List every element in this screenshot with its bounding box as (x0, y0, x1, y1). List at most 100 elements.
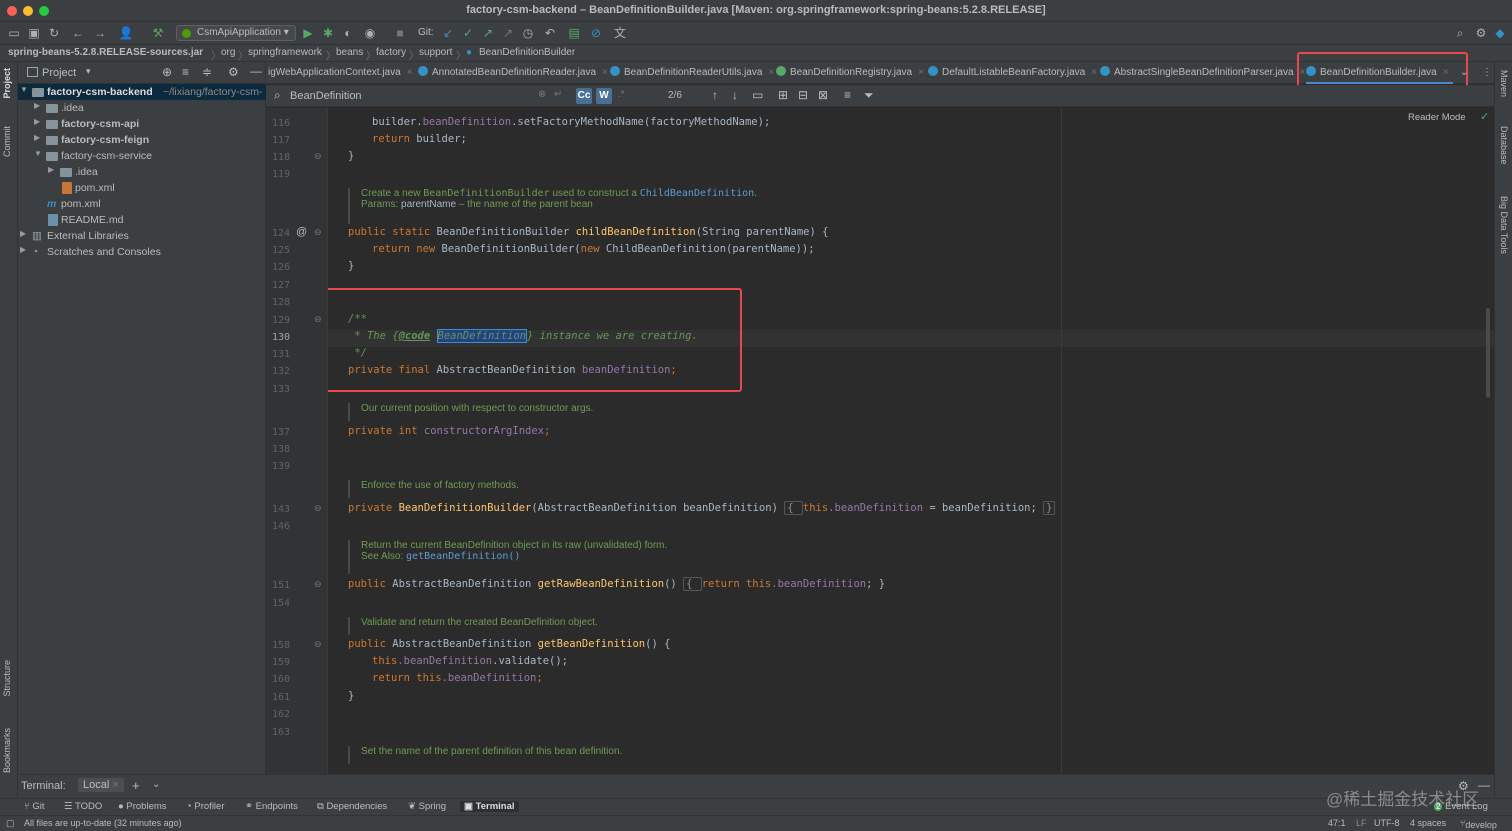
breadcrumb-item-class[interactable]: BeanDefinitionBuilder (479, 47, 575, 58)
code-editor[interactable]: Reader Mode ✓ builder.beanDefinition.set… (328, 108, 1494, 774)
implemented-at-icon[interactable]: @ (296, 226, 307, 238)
close-icon[interactable]: × (918, 67, 924, 78)
caret-position[interactable]: 47:1 (1328, 818, 1346, 828)
terminal-icon[interactable]: ▤ (566, 25, 582, 41)
breadcrumb-item-support[interactable]: support (419, 47, 452, 58)
breadcrumb-item-factory[interactable]: factory (376, 47, 406, 58)
tab-registry[interactable]: BeanDefinitionRegistry.java × (776, 62, 924, 84)
whole-words-toggle[interactable]: W (596, 88, 612, 104)
javadoc-link[interactable]: getBeanDefinition() (406, 551, 520, 562)
rollback-icon[interactable]: ↶ (542, 25, 558, 41)
close-icon[interactable]: × (407, 67, 413, 78)
hide-panel-icon[interactable]: — (250, 64, 262, 78)
breadcrumb-item-org[interactable]: org (221, 47, 235, 58)
tab-web-app-context[interactable]: igWebApplicationContext.java × (268, 62, 413, 84)
close-icon[interactable]: × (602, 67, 608, 78)
line-separator[interactable]: LF (1356, 818, 1367, 828)
fold-icon[interactable]: ⊖ (314, 503, 322, 514)
tree-item-service[interactable]: ▼ factory-csm-service (18, 148, 266, 164)
coverage-icon[interactable]: ◐ (340, 25, 356, 41)
user-icon[interactable]: 👤 (118, 25, 134, 41)
tool-window-terminal[interactable]: ▣ Terminal (460, 801, 519, 812)
tree-item-service-idea[interactable]: ▶ .idea (18, 164, 266, 180)
select-all-icon[interactable]: ⊠ (818, 88, 828, 102)
search-everywhere-icon[interactable]: ⌕ (1452, 25, 1468, 41)
tab-reader-utils[interactable]: BeanDefinitionReaderUtils.java × (610, 62, 774, 84)
bookmarks-tool-button[interactable]: Bookmarks (2, 728, 12, 773)
settings-gear-icon[interactable]: ⚙ (1473, 25, 1489, 41)
close-icon[interactable]: × (1091, 67, 1097, 78)
save-icon[interactable]: ▣ (26, 25, 42, 41)
expand-all-icon[interactable]: ≡ (182, 65, 189, 79)
back-icon[interactable]: ← (70, 25, 86, 41)
no-entry-icon[interactable]: ⊘ (588, 25, 604, 41)
close-icon[interactable]: × (768, 67, 774, 78)
tab-default-factory[interactable]: DefaultListableBeanFactory.java × (928, 62, 1097, 84)
git-push-icon[interactable]: ↗ (480, 25, 496, 41)
javadoc-link[interactable]: ChildBeanDefinition (640, 188, 754, 199)
reader-mode-button[interactable]: Reader Mode (1408, 112, 1466, 123)
maven-tool-button[interactable]: Maven (1499, 70, 1509, 97)
git-commit-icon[interactable]: ✓ (460, 25, 476, 41)
tree-item-readme[interactable]: README.md (18, 212, 266, 228)
open-folder-icon[interactable]: ▭ (6, 25, 22, 41)
clear-icon[interactable]: ⊗ (538, 89, 546, 100)
tree-item-root[interactable]: ▼ factory-csm-backend ~/lixiang/factory-… (18, 84, 266, 100)
tab-single-parser[interactable]: AbstractSingleBeanDefinitionParser.java × (1100, 62, 1305, 84)
commit-tool-button[interactable]: Commit (2, 126, 12, 157)
tree-item-service-pom[interactable]: pom.xml (18, 180, 266, 196)
fold-icon[interactable]: ⊖ (314, 639, 322, 650)
tool-window-git[interactable]: ⑂ Git (24, 801, 44, 812)
previous-match-icon[interactable]: ↑ (712, 88, 718, 102)
terminal-tab-local[interactable]: Local × (78, 778, 124, 792)
filter-icon[interactable]: ⏷ (864, 88, 874, 103)
editor-scrollbar[interactable] (1486, 308, 1490, 398)
history-icon[interactable]: ◷ (520, 25, 536, 41)
breadcrumb-item-springframework[interactable]: springframework (248, 47, 322, 58)
chevron-down-icon[interactable]: ⌄ (152, 779, 160, 790)
tree-item-idea[interactable]: ▶ .idea (18, 100, 266, 116)
fold-icon[interactable]: ⊖ (314, 227, 322, 238)
breadcrumb-item-beans[interactable]: beans (336, 47, 363, 58)
remove-selection-icon[interactable]: ⊟ (798, 88, 808, 102)
git-branch[interactable]: ⑂ develop (1460, 818, 1497, 830)
gear-icon[interactable]: ⚙ (228, 65, 239, 79)
next-match-icon[interactable]: ↓ (732, 88, 738, 102)
collapse-all-icon[interactable]: ≑ (202, 65, 212, 79)
tree-item-pom[interactable]: m pom.xml (18, 196, 266, 212)
regex-icon[interactable]: .* (618, 89, 625, 100)
translate-icon[interactable]: 文 (612, 25, 628, 41)
tool-window-spring[interactable]: ❦ Spring (408, 801, 446, 812)
hide-panel-icon[interactable]: — (1478, 778, 1490, 792)
fold-icon[interactable]: ⊖ (314, 579, 322, 590)
debug-icon[interactable]: ✱ (320, 25, 336, 41)
match-case-toggle[interactable]: Cc (576, 88, 592, 104)
indent-setting[interactable]: 4 spaces (1410, 818, 1446, 828)
locate-icon[interactable]: ⊕ (162, 65, 172, 79)
run-configuration-select[interactable]: CsmApiApplication ▾ (176, 25, 296, 41)
structure-tool-button[interactable]: Structure (2, 660, 12, 697)
options-icon[interactable]: ≡ (844, 88, 851, 102)
more-icon[interactable]: ⋮ (1482, 62, 1492, 84)
tool-window-profiler[interactable]: ◔ Profiler (186, 801, 224, 812)
fold-icon[interactable]: ⊖ (314, 151, 322, 162)
stop-icon[interactable]: ■ (392, 25, 408, 41)
tree-item-feign[interactable]: ▶ factory-csm-feign (18, 132, 266, 148)
chevron-down-icon[interactable]: ▾ (86, 66, 91, 77)
tool-window-todo[interactable]: ☰ TODO (64, 801, 102, 812)
tree-item-scratches[interactable]: ▶ ◔ Scratches and Consoles (18, 244, 266, 260)
file-encoding[interactable]: UTF-8 (1374, 818, 1400, 828)
git-update-icon[interactable]: ↙ (440, 25, 456, 41)
find-in-window-icon[interactable]: ▭ (752, 88, 763, 102)
new-line-icon[interactable]: ↵ (554, 89, 562, 100)
database-tool-button[interactable]: Database (1499, 126, 1509, 165)
add-selection-icon[interactable]: ⊞ (778, 88, 788, 102)
tree-item-api[interactable]: ▶ factory-csm-api (18, 116, 266, 132)
sync-icon[interactable]: ↻ (46, 25, 62, 41)
project-tool-button[interactable]: Project (2, 68, 12, 99)
project-view-select[interactable]: Project (42, 67, 76, 79)
git-pull-icon[interactable]: ↗ (500, 25, 516, 41)
tab-annotated-reader[interactable]: AnnotatedBeanDefinitionReader.java × (418, 62, 608, 84)
tool-window-endpoints[interactable]: ⚭ Endpoints (245, 801, 298, 812)
search-input[interactable]: BeanDefinition (290, 90, 362, 102)
